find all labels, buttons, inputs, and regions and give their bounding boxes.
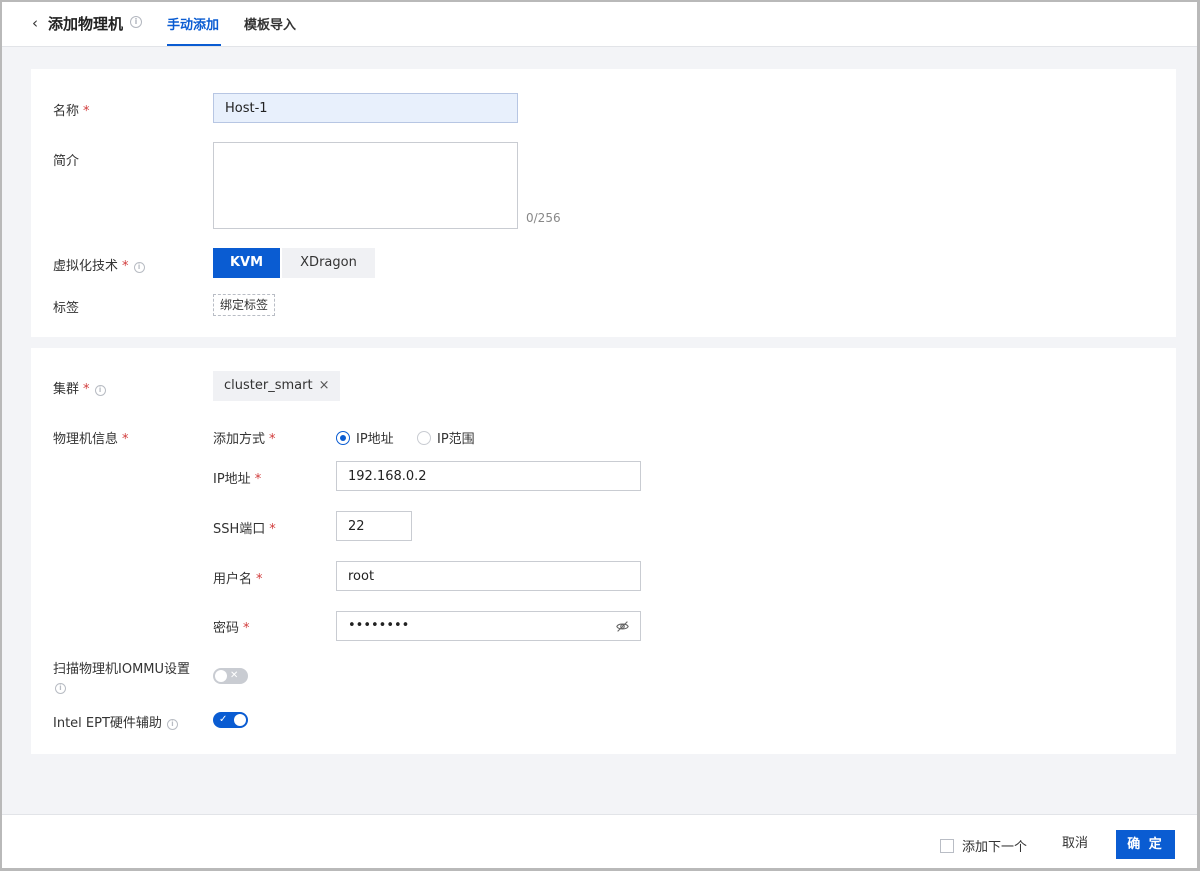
- ssh-port-input[interactable]: [336, 511, 412, 541]
- add-mode-label: 添加方式 *: [213, 432, 276, 447]
- top-bar: ‹ 添加物理机 i 手动添加 模板导入: [2, 2, 1197, 47]
- info-icon: i: [166, 719, 178, 730]
- ssh-port-label: SSH端口 *: [213, 522, 276, 537]
- active-tab-indicator: [167, 44, 221, 46]
- name-label: 名称 *: [53, 104, 90, 119]
- username-label: 用户名 *: [213, 572, 263, 587]
- host-info-label: 物理机信息 *: [53, 432, 129, 447]
- cluster-chip-label: cluster_smart: [224, 378, 313, 393]
- bind-tags-button[interactable]: 绑定标签: [213, 294, 276, 316]
- description-counter: 0/256: [526, 211, 561, 225]
- add-next-checkbox[interactable]: 添加下一个: [940, 836, 1027, 855]
- description-textarea[interactable]: [213, 142, 518, 229]
- switch-off-icon: ✕: [230, 670, 239, 681]
- host-config-card: 集群 * i cluster_smart × 物理机信息 * 添加方式 * IP地址 IP…: [31, 348, 1176, 754]
- password-input[interactable]: ••••••••: [336, 611, 641, 641]
- cluster-label: 集群 * i: [53, 378, 106, 397]
- name-input[interactable]: [213, 93, 518, 123]
- ip-input[interactable]: [336, 461, 641, 491]
- cancel-button[interactable]: 取消: [1062, 830, 1088, 858]
- cluster-chip: cluster_smart ×: [213, 371, 341, 401]
- iommu-switch[interactable]: ✕: [213, 668, 248, 684]
- tab-manual-add[interactable]: 手动添加: [167, 14, 219, 33]
- ept-label: Intel EPT硬件辅助 i: [53, 712, 178, 731]
- radio-unchecked-icon: [417, 430, 431, 445]
- virtualization-label: 虚拟化技术 * i: [53, 255, 145, 274]
- page-title: 添加物理机: [48, 15, 124, 33]
- eye-off-icon[interactable]: [616, 620, 629, 633]
- radio-ip-address[interactable]: IP地址: [336, 428, 394, 447]
- info-icon: i: [130, 16, 142, 28]
- iommu-label: 扫描物理机IOMMU设置 i: [53, 662, 191, 694]
- radio-ip-range[interactable]: IP范围: [417, 428, 475, 447]
- virtualization-option-kvm[interactable]: KVM: [213, 248, 280, 278]
- footer-bar: 添加下一个 取消 确 定: [2, 814, 1197, 868]
- virtualization-option-xdragon[interactable]: XDragon: [282, 248, 375, 278]
- remove-icon[interactable]: ×: [319, 378, 330, 393]
- back-chevron-icon[interactable]: ‹: [32, 14, 38, 32]
- checkbox-icon: [940, 838, 954, 853]
- password-value: ••••••••: [348, 618, 410, 633]
- info-icon: i: [94, 385, 106, 396]
- dialog-frame: ‹ 添加物理机 i 手动添加 模板导入 名称* 简介 0/256 虚拟化技术*i…: [2, 2, 1197, 868]
- basic-info-card: 名称* 简介 0/256 虚拟化技术*i KVM XDragon 标签 绑定标签: [31, 69, 1176, 337]
- tab-template-import[interactable]: 模板导入: [244, 14, 296, 33]
- password-label: 密码 *: [213, 621, 250, 636]
- username-input[interactable]: [336, 561, 641, 591]
- checkmark-icon: ✓: [219, 714, 228, 725]
- confirm-button[interactable]: 确 定: [1116, 830, 1175, 859]
- info-icon: i: [55, 683, 66, 694]
- radio-checked-icon: [336, 430, 350, 445]
- ip-label: IP地址 *: [213, 472, 262, 487]
- description-label: 简介: [53, 154, 80, 169]
- ept-switch[interactable]: ✓: [213, 712, 248, 728]
- tags-label: 标签: [53, 301, 80, 316]
- info-icon: i: [133, 262, 145, 273]
